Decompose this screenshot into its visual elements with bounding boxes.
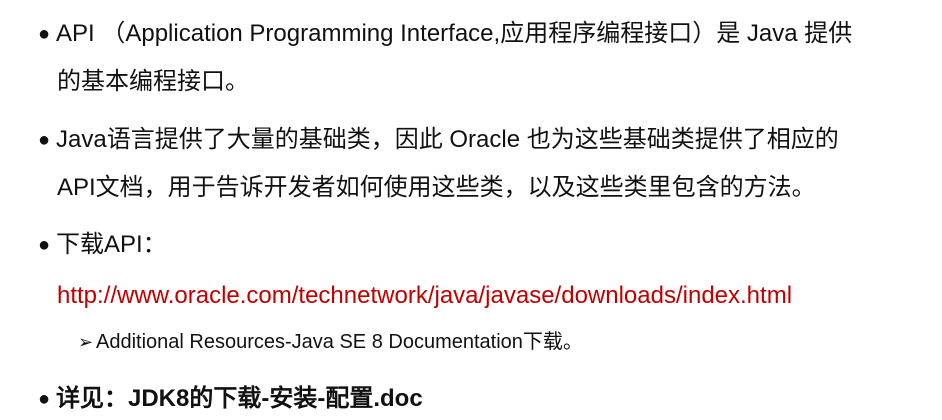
bullet-dot-icon: ● [38, 234, 51, 256]
bullet-continuation: API文档，用于告诉开发者如何使用这些类，以及这些类里包含的方法。 [57, 174, 816, 201]
bullet-dot-icon: ● [38, 23, 51, 45]
sub-bullet-text: Additional Resources-Java SE 8 Documenta… [96, 331, 583, 353]
bullet-item-see-doc: ● 详见：JDK8的下载-安装-配置.doc [38, 383, 423, 415]
bullet-item-api-docs: ● Java语言提供了大量的基础类，因此 Oracle 也为这些基础类提供了相应的 [38, 124, 839, 156]
bullet-item-download-api: ● 下载API： [38, 229, 167, 261]
bullet-text: Java语言提供了大量的基础类，因此 Oracle 也为这些基础类提供了相应的 [56, 126, 839, 153]
slide-content: ● API （Application Programming Interface,… [0, 0, 942, 420]
arrow-bullet-icon: ➢ [78, 332, 94, 352]
bullet-dot-icon: ● [38, 129, 51, 151]
bullet-text: 详见：JDK8的下载-安装-配置.doc [56, 385, 423, 412]
bullet-text: API （Application Programming Interface,应… [56, 20, 853, 47]
bullet-item-api-definition: ● API （Application Programming Interface,… [38, 18, 852, 50]
bullet-text: 下载API： [56, 231, 167, 258]
bullet-continuation: 的基本编程接口。 [57, 68, 249, 95]
bullet-dot-icon: ● [38, 388, 51, 410]
download-link[interactable]: http://www.oracle.com/technetwork/java/j… [57, 280, 792, 312]
sub-bullet-item: ➢ Additional Resources-Java SE 8 Document… [78, 328, 583, 356]
